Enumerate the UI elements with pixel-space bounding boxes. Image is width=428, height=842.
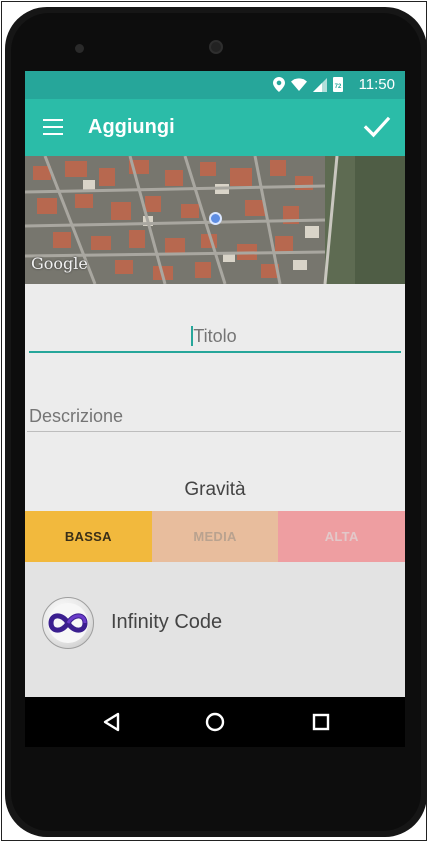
severity-option-label: BASSA	[64, 529, 112, 544]
description-field[interactable]	[27, 403, 403, 432]
location-pin-icon	[209, 212, 222, 225]
recents-icon[interactable]	[308, 709, 334, 735]
wifi-icon	[291, 78, 307, 91]
home-icon[interactable]	[202, 709, 228, 735]
hamburger-menu-icon[interactable]	[43, 119, 63, 135]
status-time: 11:50	[358, 76, 395, 93]
front-camera-icon	[75, 44, 84, 53]
description-input[interactable]	[29, 403, 403, 429]
app-screen: 72 11:50 Aggiungi Google Titolo Descrizi…	[25, 71, 405, 697]
company-name: Infinity Code	[111, 611, 223, 633]
status-bar: 72 11:50	[25, 71, 405, 99]
severity-option-label: MEDIA	[193, 529, 237, 544]
battery-level: 72	[334, 84, 342, 90]
map-preview[interactable]: Google	[25, 156, 405, 284]
back-icon[interactable]	[99, 709, 125, 735]
earpiece-speaker-icon	[209, 40, 223, 54]
check-icon[interactable]	[363, 113, 391, 141]
app-bar: Aggiungi	[25, 99, 405, 156]
severity-selector: BASSA MEDIA ALTA	[25, 511, 405, 562]
page-title: Aggiungi	[88, 116, 175, 138]
battery-icon: 72	[333, 77, 343, 92]
footer: Infinity Code	[25, 562, 405, 697]
signal-icon	[313, 77, 327, 92]
severity-option-high[interactable]: ALTA	[278, 511, 405, 562]
infinity-logo-icon	[42, 597, 94, 649]
location-icon	[273, 77, 285, 92]
system-nav-bar	[25, 697, 405, 747]
title-field[interactable]	[29, 323, 401, 353]
title-input[interactable]	[29, 323, 401, 349]
severity-label: Gravità	[184, 479, 246, 500]
text-cursor	[191, 326, 193, 346]
severity-option-medium[interactable]: MEDIA	[151, 511, 279, 562]
severity-option-low[interactable]: BASSA	[25, 511, 152, 562]
severity-option-label: ALTA	[324, 529, 359, 544]
map-provider-logo: Google	[31, 254, 88, 273]
screenshot-frame: 72 11:50 Aggiungi Google Titolo Descrizi…	[1, 1, 427, 841]
